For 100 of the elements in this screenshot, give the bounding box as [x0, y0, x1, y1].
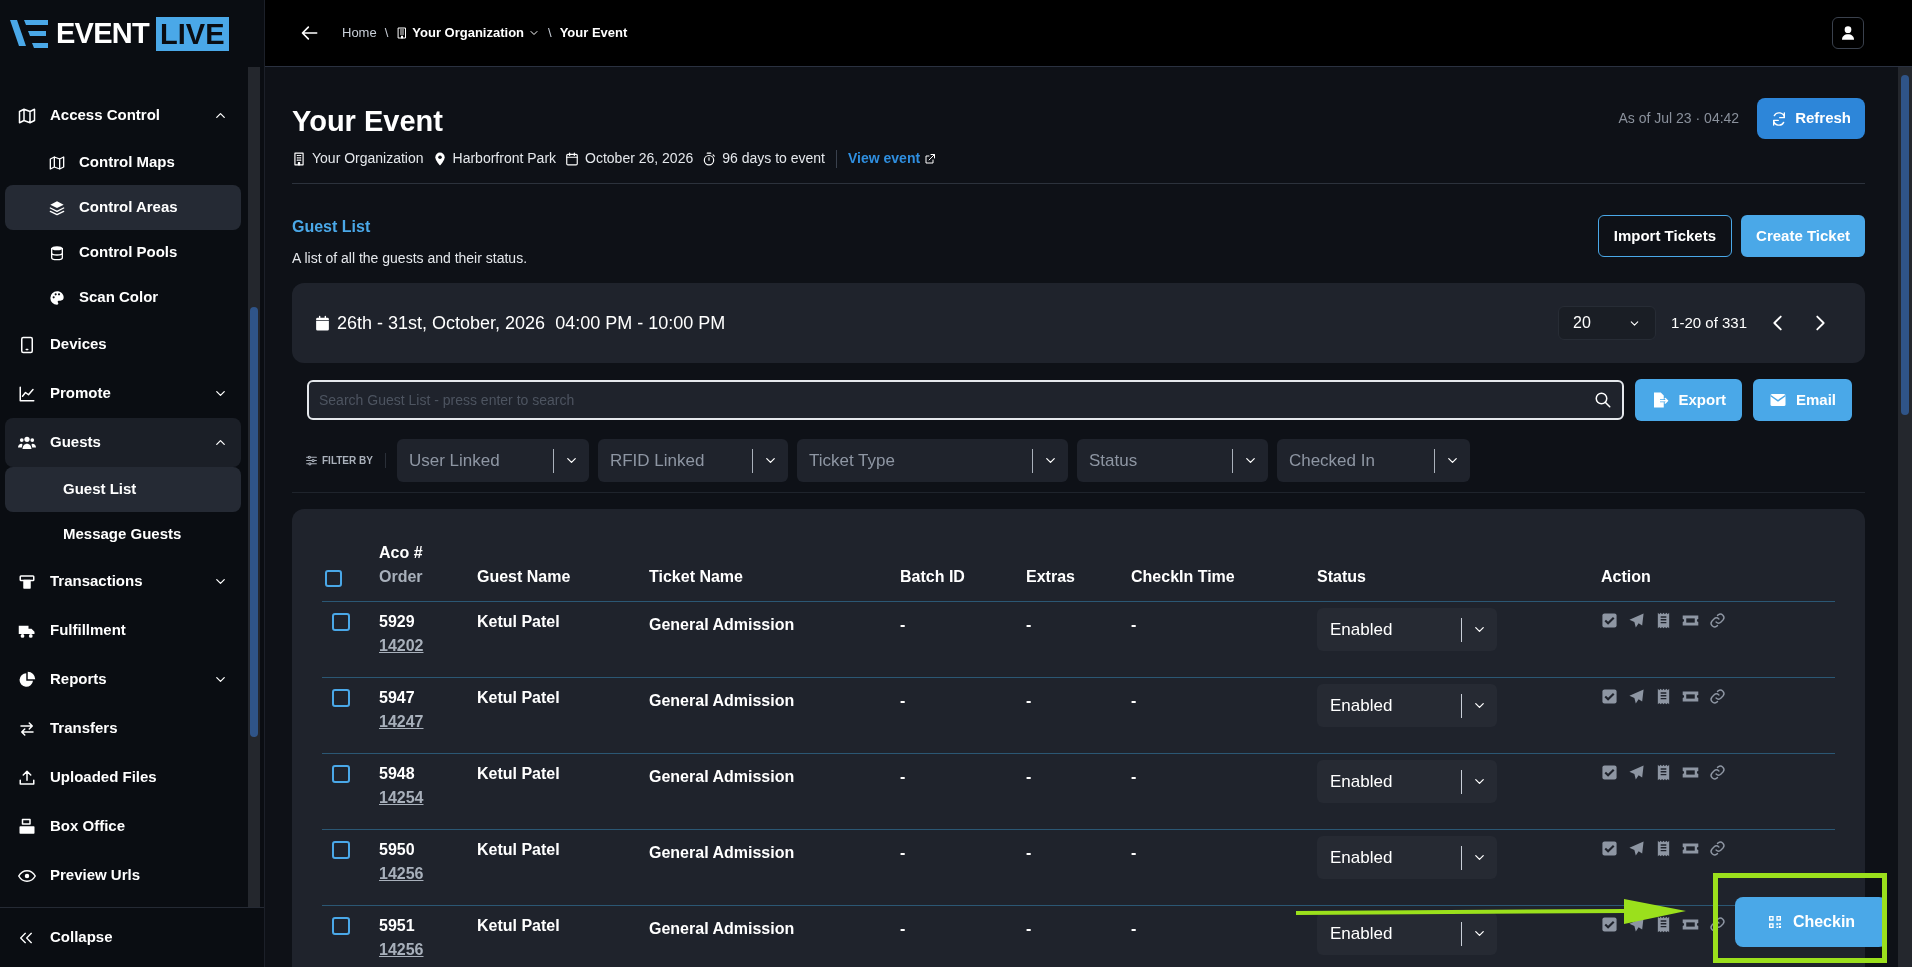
sidebar-item[interactable]: Guests: [5, 418, 241, 467]
table-cell-text: -: [1026, 919, 1033, 939]
filter-select[interactable]: Status: [1076, 439, 1268, 482]
checkbox-icon[interactable]: [1601, 688, 1618, 705]
building-icon: [292, 151, 306, 166]
receipt-icon[interactable]: [1655, 688, 1672, 705]
map-icon: [49, 154, 65, 171]
checkbox-icon[interactable]: [1601, 764, 1618, 781]
row-checkbox[interactable]: [332, 841, 350, 859]
chart-icon: [18, 384, 36, 403]
sidebar-subitem[interactable]: Control Pools: [5, 230, 241, 275]
aco-number: 5950: [379, 840, 416, 860]
upload-icon: [18, 768, 36, 787]
page-size-select[interactable]: 20: [1558, 306, 1657, 340]
row-checkbox[interactable]: [332, 689, 350, 707]
table-cell-text: Ketul Patel: [477, 764, 561, 784]
scrollbar[interactable]: [248, 67, 260, 907]
sidebar-item[interactable]: Box Office: [5, 802, 241, 851]
link-icon[interactable]: [1709, 764, 1726, 781]
table-cell-text: General Admission: [649, 919, 796, 939]
table-cell-text: -: [1026, 843, 1033, 863]
refresh-button[interactable]: Refresh: [1757, 98, 1865, 139]
ticket-state-dropdown[interactable]: Enabled: [1317, 760, 1497, 803]
checkbox-icon[interactable]: [1601, 916, 1618, 933]
sidebar-item[interactable]: Transactions: [5, 557, 241, 606]
paper-plane-icon[interactable]: [1628, 764, 1645, 781]
order-link[interactable]: 14254: [379, 786, 424, 810]
table-cell-text: -: [900, 843, 907, 863]
ticket-state-dropdown[interactable]: Enabled: [1317, 684, 1497, 727]
sidebar-item[interactable]: Uploaded Files: [5, 753, 241, 802]
select-all-checkbox[interactable]: [325, 570, 342, 587]
ticket-state-dropdown[interactable]: Enabled: [1317, 912, 1497, 955]
receipt-icon[interactable]: [1655, 612, 1672, 629]
table-cell-text: -: [1131, 615, 1138, 635]
sidebar-item[interactable]: Reports: [5, 655, 241, 704]
sidebar-item[interactable]: Access Control: [5, 91, 241, 140]
aco-number: 5947: [379, 688, 416, 708]
ticket-state-dropdown[interactable]: Enabled: [1317, 836, 1497, 879]
paper-plane-icon[interactable]: [1628, 612, 1645, 629]
sidebar-subitem[interactable]: Control Areas: [5, 185, 241, 230]
receipt-icon[interactable]: [1655, 764, 1672, 781]
checkbox-icon[interactable]: [1601, 840, 1618, 857]
breadcrumb-separator: \: [384, 24, 389, 43]
filter-select[interactable]: Ticket Type: [796, 439, 1068, 482]
view-event-link[interactable]: View event: [848, 148, 937, 169]
boxoffice-icon: [18, 817, 36, 836]
ticket-state-dropdown[interactable]: Enabled: [1317, 608, 1497, 651]
aco-number: 5948: [379, 764, 416, 784]
aco-number: 5929: [379, 612, 416, 632]
filter-select[interactable]: Checked In: [1276, 439, 1470, 482]
collapse-button[interactable]: Collapse: [0, 907, 264, 967]
link-icon[interactable]: [1709, 840, 1726, 857]
paper-plane-icon[interactable]: [1628, 840, 1645, 857]
breadcrumb-link[interactable]: Home: [342, 23, 377, 43]
order-link[interactable]: 14202: [379, 634, 424, 658]
column-header: Ticket Name: [649, 567, 744, 587]
sidebar-item[interactable]: Devices: [5, 320, 241, 369]
column-header: Status: [1317, 567, 1367, 587]
sidebar-item[interactable]: Fulfillment: [5, 606, 241, 655]
receipt-icon[interactable]: [1655, 840, 1672, 857]
section-description: A list of all the guests and their status.: [292, 249, 528, 268]
sidebar-item[interactable]: Transfers: [5, 704, 241, 753]
order-link[interactable]: 14256: [379, 862, 424, 886]
row-checkbox[interactable]: [332, 613, 350, 631]
link-icon[interactable]: [1709, 916, 1726, 933]
table-cell-text: General Admission: [649, 767, 796, 787]
scrollbar-thumb[interactable]: [250, 307, 258, 737]
filter-select[interactable]: User Linked: [396, 439, 589, 482]
import-tickets-button[interactable]: Import Tickets: [1597, 215, 1733, 257]
scrollbar-thumb[interactable]: [1901, 75, 1909, 415]
pagination-range: 1-20 of 331: [1671, 312, 1747, 333]
app-logo[interactable]: EVENT LIVE: [56, 16, 229, 51]
sidebar-subitem[interactable]: Message Guests: [5, 512, 241, 557]
sidebar-item[interactable]: Promote: [5, 369, 241, 418]
scrollbar[interactable]: [1898, 67, 1912, 967]
link-icon[interactable]: [1709, 688, 1726, 705]
sidebar-subitem[interactable]: Guest List: [5, 467, 241, 512]
sidebar-subitem[interactable]: Control Maps: [5, 140, 241, 185]
sidebar-subitem[interactable]: Scan Color: [5, 275, 241, 320]
filter-select[interactable]: RFID Linked: [597, 439, 788, 482]
user-menu-button[interactable]: [1832, 17, 1864, 49]
link-icon[interactable]: [1709, 612, 1726, 629]
database-icon: [49, 244, 65, 261]
table-cell-text: -: [1131, 919, 1138, 939]
sidebar-item[interactable]: Preview Urls: [5, 851, 241, 900]
row-checkbox[interactable]: [332, 765, 350, 783]
table-cell-text: General Admission: [649, 691, 796, 711]
table-cell-text: Ketul Patel: [477, 840, 561, 860]
breadcrumb-dropdown[interactable]: Your Organization: [396, 23, 541, 43]
user-icon: [1840, 25, 1856, 41]
receipt-icon[interactable]: [1655, 916, 1672, 933]
breadcrumb-current: Your Event: [559, 24, 628, 43]
paper-plane-icon[interactable]: [1628, 688, 1645, 705]
order-link[interactable]: 14247: [379, 710, 424, 734]
filter-icon: [305, 454, 318, 467]
row-checkbox[interactable]: [332, 917, 350, 935]
back-icon[interactable]: [300, 23, 320, 43]
qr-code-icon: [1766, 914, 1783, 930]
checkbox-icon[interactable]: [1601, 612, 1618, 629]
order-link[interactable]: 14256: [379, 938, 424, 962]
